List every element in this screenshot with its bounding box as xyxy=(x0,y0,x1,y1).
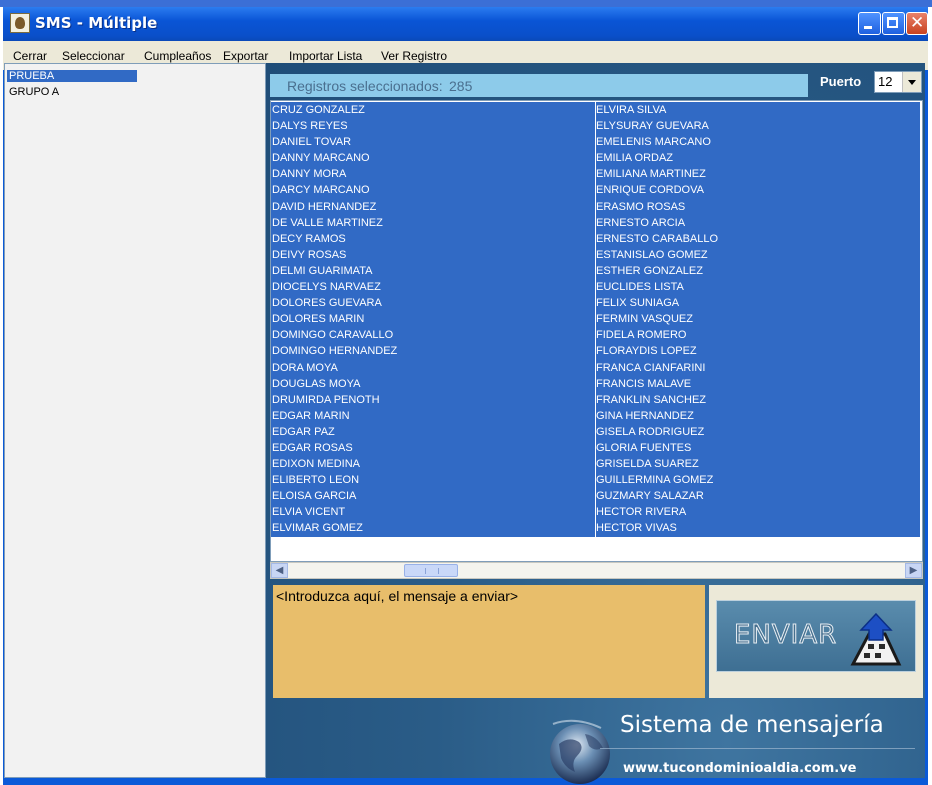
list-item[interactable]: EUCLIDES LISTA xyxy=(596,279,920,295)
list-item[interactable]: DANNY MARCANO xyxy=(271,150,595,166)
list-item[interactable]: HECTOR VIVAS xyxy=(596,520,920,536)
contact-column-1: CRUZ GONZALEZ DALYS REYES DANIEL TOVAR DANN… xyxy=(271,102,595,537)
list-item[interactable]: ELVIA VICENT xyxy=(271,504,595,520)
scroll-left-icon[interactable]: ◀ xyxy=(271,563,288,578)
list-item[interactable]: FIDELA ROMERO xyxy=(596,327,920,343)
list-item[interactable]: GLORIA FUENTES xyxy=(596,440,920,456)
list-item[interactable]: EDGAR PAZ xyxy=(271,424,595,440)
list-item[interactable]: ELVIMAR GOMEZ xyxy=(271,520,595,536)
list-item[interactable]: DIOCELYS NARVAEZ xyxy=(271,279,595,295)
contact-list[interactable]: CRUZ GONZALEZ DALYS REYES DANIEL TOVAR DANN… xyxy=(270,100,923,562)
menu-cerrar[interactable]: Cerrar xyxy=(13,49,47,63)
list-item[interactable]: GISELA RODRIGUEZ xyxy=(596,424,920,440)
list-item[interactable]: DORA MOYA xyxy=(271,360,595,376)
globe-icon xyxy=(550,719,610,784)
window-title: SMS - Múltiple xyxy=(35,14,158,32)
menu-seleccionar[interactable]: Seleccionar xyxy=(62,49,125,63)
list-item[interactable]: FRANKLIN SANCHEZ xyxy=(596,392,920,408)
chevron-down-icon[interactable] xyxy=(902,72,921,92)
list-item[interactable]: ESTHER GONZALEZ xyxy=(596,263,920,279)
footer-title: Sistema de mensajería xyxy=(620,712,884,738)
list-item[interactable]: ELOISA GARCIA xyxy=(271,488,595,504)
list-item[interactable]: ELVIRA SILVA xyxy=(596,102,920,118)
send-label: ENVIAR xyxy=(733,620,838,651)
title-bar[interactable]: SMS - Múltiple ✕ xyxy=(3,7,928,41)
list-item[interactable]: EMILIA ORDAZ xyxy=(596,150,920,166)
list-item[interactable]: DOMINGO HERNANDEZ xyxy=(271,343,595,359)
puerto-label: Puerto xyxy=(820,74,862,89)
close-icon: ✕ xyxy=(910,13,925,33)
list-item[interactable]: ELYSURAY GUEVARA xyxy=(596,118,920,134)
list-item[interactable]: DEIVY ROSAS xyxy=(271,247,595,263)
minimize-button[interactable] xyxy=(858,12,881,35)
message-placeholder: <Introduzca aquí, el mensaje a enviar> xyxy=(276,588,519,604)
desktop-strip xyxy=(0,0,932,7)
footer-url: www.tucondominioaldia.com.ve xyxy=(623,761,857,776)
list-item[interactable]: DALYS REYES xyxy=(271,118,595,134)
list-item[interactable]: EMELENIS MARCANO xyxy=(596,134,920,150)
list-item[interactable]: DARCY MARCANO xyxy=(271,182,595,198)
horizontal-scrollbar[interactable]: ◀ ▶ xyxy=(270,562,923,579)
scroll-right-icon[interactable]: ▶ xyxy=(905,563,922,578)
list-item[interactable]: FLORAYDIS LOPEZ xyxy=(596,343,920,359)
list-item[interactable]: ERNESTO CARABALLO xyxy=(596,231,920,247)
list-item[interactable]: DELMI GUARIMATA xyxy=(271,263,595,279)
list-item[interactable]: DOLORES MARIN xyxy=(271,311,595,327)
list-item[interactable]: FELIX SUNIAGA xyxy=(596,295,920,311)
list-item[interactable]: EDGAR ROSAS xyxy=(271,440,595,456)
list-item[interactable]: FERMIN VASQUEZ xyxy=(596,311,920,327)
list-item[interactable]: EMILIANA MARTINEZ xyxy=(596,166,920,182)
send-arrow-icon xyxy=(850,612,902,666)
group-list[interactable]: PRUEBA GRUPO A xyxy=(4,63,266,778)
maximize-button[interactable] xyxy=(882,12,905,35)
list-item[interactable]: ENRIQUE CORDOVA xyxy=(596,182,920,198)
list-item[interactable]: DANNY MORA xyxy=(271,166,595,182)
list-item[interactable]: HECTOR RIVERA xyxy=(596,504,920,520)
list-item[interactable]: DANIEL TOVAR xyxy=(271,134,595,150)
puerto-value: 12 xyxy=(878,74,893,89)
close-button[interactable]: ✕ xyxy=(906,12,928,35)
list-item[interactable]: CRUZ GONZALEZ xyxy=(271,102,595,118)
list-item[interactable]: EDGAR MARIN xyxy=(271,408,595,424)
list-item[interactable]: ERNESTO ARCIA xyxy=(596,215,920,231)
records-count: 285 xyxy=(449,78,473,94)
sms-app-icon[interactable] xyxy=(10,13,30,33)
list-item[interactable]: FRANCA CIANFARINI xyxy=(596,360,920,376)
minimize-icon xyxy=(864,26,872,29)
maximize-icon xyxy=(887,17,898,28)
list-item[interactable]: DOMINGO CARAVALLO xyxy=(271,327,595,343)
list-item[interactable]: DECY RAMOS xyxy=(271,231,595,247)
puerto-select[interactable]: 12 xyxy=(874,71,922,93)
menu-cumpleanos[interactable]: Cumpleaños xyxy=(144,49,211,63)
menu-exportar[interactable]: Exportar xyxy=(223,49,268,63)
list-item[interactable]: DRUMIRDA PENOTH xyxy=(271,392,595,408)
contact-column-2: ELVIRA SILVA ELYSURAY GUEVARA EMELENIS MAR… xyxy=(596,102,920,537)
list-item[interactable]: DOUGLAS MOYA xyxy=(271,376,595,392)
list-item[interactable]: ERASMO ROSAS xyxy=(596,199,920,215)
group-item-grupo-a[interactable]: GRUPO A xyxy=(7,86,61,98)
list-item[interactable]: DAVID HERNANDEZ xyxy=(271,199,595,215)
list-item[interactable]: FRANCIS MALAVE xyxy=(596,376,920,392)
scroll-thumb[interactable] xyxy=(404,564,458,577)
list-item[interactable]: EDIXON MEDINA xyxy=(271,456,595,472)
list-item[interactable]: ELIBERTO LEON xyxy=(271,472,595,488)
list-item[interactable]: GUZMARY SALAZAR xyxy=(596,488,920,504)
list-item[interactable]: GRISELDA SUAREZ xyxy=(596,456,920,472)
list-item[interactable]: DOLORES GUEVARA xyxy=(271,295,595,311)
menu-importar-lista[interactable]: Importar Lista xyxy=(289,49,362,63)
list-item[interactable]: GUILLERMINA GOMEZ xyxy=(596,472,920,488)
list-item[interactable]: ESTANISLAO GOMEZ xyxy=(596,247,920,263)
menu-ver-registro[interactable]: Ver Registro xyxy=(381,49,447,63)
group-item-prueba[interactable]: PRUEBA xyxy=(7,70,137,82)
footer-divider xyxy=(600,748,915,749)
list-item[interactable]: GINA HERNANDEZ xyxy=(596,408,920,424)
records-label: Registros seleccionados: xyxy=(287,78,443,94)
list-item[interactable]: DE VALLE MARTINEZ xyxy=(271,215,595,231)
